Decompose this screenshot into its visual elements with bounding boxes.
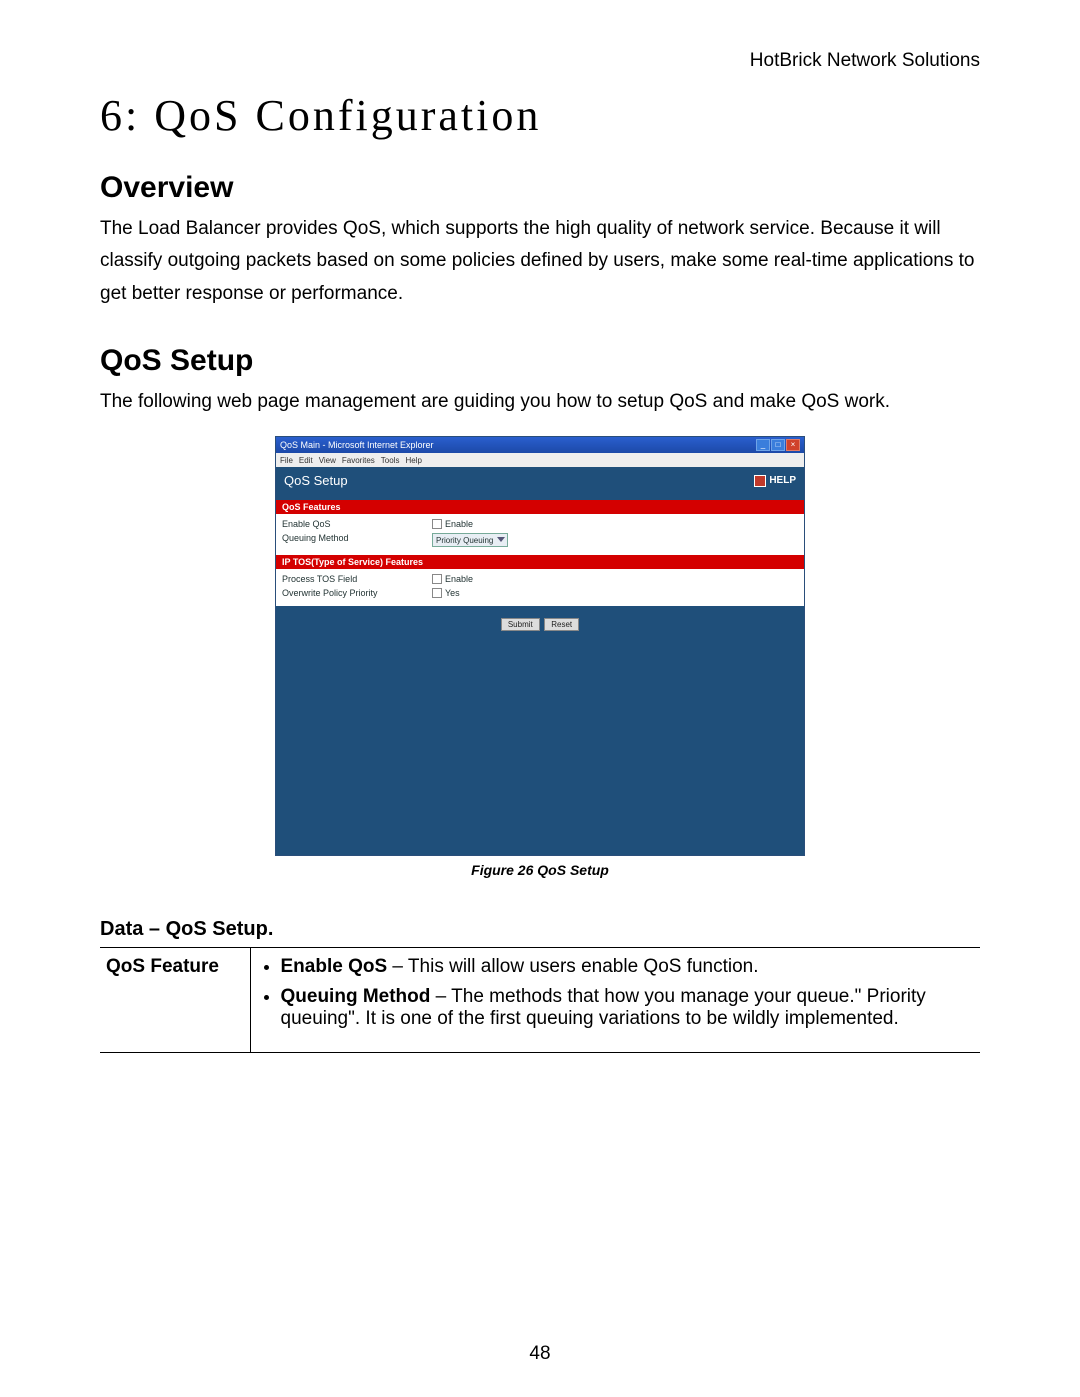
enable-qos-checkbox[interactable] — [432, 519, 442, 529]
group-qos-features-header: QoS Features — [276, 500, 804, 514]
queuing-method-select[interactable]: Priority Queuing — [432, 533, 508, 547]
row-overwrite-priority-label: Overwrite Policy Priority — [282, 588, 432, 598]
window-close-button[interactable]: × — [786, 439, 800, 451]
figure-caption: Figure 26 QoS Setup — [275, 862, 805, 878]
data-item-term: Queuing Method — [281, 986, 431, 1007]
menu-favorites[interactable]: Favorites — [342, 456, 375, 465]
overwrite-priority-checkbox[interactable] — [432, 588, 442, 598]
window-minimize-button[interactable]: _ — [756, 439, 770, 451]
data-item-queuing-method: Queuing Method – The methods that how yo… — [281, 986, 971, 1030]
section-setup-body: The following web page management are gu… — [100, 386, 980, 418]
enable-qos-option-text: Enable — [445, 519, 473, 529]
menu-file[interactable]: File — [280, 456, 293, 465]
menu-tools[interactable]: Tools — [381, 456, 400, 465]
data-item-enable-qos: Enable QoS – This will allow users enabl… — [281, 956, 971, 978]
process-tos-checkbox[interactable] — [432, 574, 442, 584]
section-overview-body: The Load Balancer provides QoS, which su… — [100, 213, 980, 310]
queuing-method-value: Priority Queuing — [436, 536, 493, 545]
menu-view[interactable]: View — [319, 456, 336, 465]
page-header-brand: HotBrick Network Solutions — [100, 50, 980, 72]
data-table-cell: Enable QoS – This will allow users enabl… — [250, 948, 980, 1053]
section-setup-heading: QoS Setup — [100, 344, 980, 378]
row-enable-qos-label: Enable QoS — [282, 519, 432, 529]
submit-button[interactable]: Submit — [501, 618, 540, 631]
overwrite-priority-option-text: Yes — [445, 588, 460, 598]
panel-title: QoS Setup — [284, 473, 348, 488]
chapter-title: 6: QoS Configuration — [100, 90, 980, 141]
section-overview-heading: Overview — [100, 171, 980, 205]
menu-edit[interactable]: Edit — [299, 456, 313, 465]
window-menubar: File Edit View Favorites Tools Help — [276, 453, 804, 467]
row-process-tos-label: Process TOS Field — [282, 574, 432, 584]
help-button[interactable]: HELP — [754, 475, 796, 487]
window-title: QoS Main - Microsoft Internet Explorer — [280, 440, 756, 450]
data-table-heading: Data – QoS Setup. — [100, 918, 980, 941]
figure-qos-setup: QoS Main - Microsoft Internet Explorer _… — [275, 436, 805, 878]
menu-help[interactable]: Help — [405, 456, 421, 465]
page-number: 48 — [0, 1343, 1080, 1365]
data-item-term: Enable QoS — [281, 956, 388, 977]
data-table: QoS Feature Enable QoS – This will allow… — [100, 947, 980, 1053]
window-maximize-button[interactable]: □ — [771, 439, 785, 451]
process-tos-option-text: Enable — [445, 574, 473, 584]
group-ip-tos-header: IP TOS(Type of Service) Features — [276, 555, 804, 569]
help-icon — [754, 475, 766, 487]
data-table-col1: QoS Feature — [100, 948, 250, 1053]
reset-button[interactable]: Reset — [544, 618, 579, 631]
data-item-desc: – This will allow users enable QoS funct… — [387, 956, 758, 977]
row-queuing-method-label: Queuing Method — [282, 533, 432, 547]
help-label: HELP — [769, 475, 796, 486]
window-titlebar: QoS Main - Microsoft Internet Explorer _… — [276, 437, 804, 453]
